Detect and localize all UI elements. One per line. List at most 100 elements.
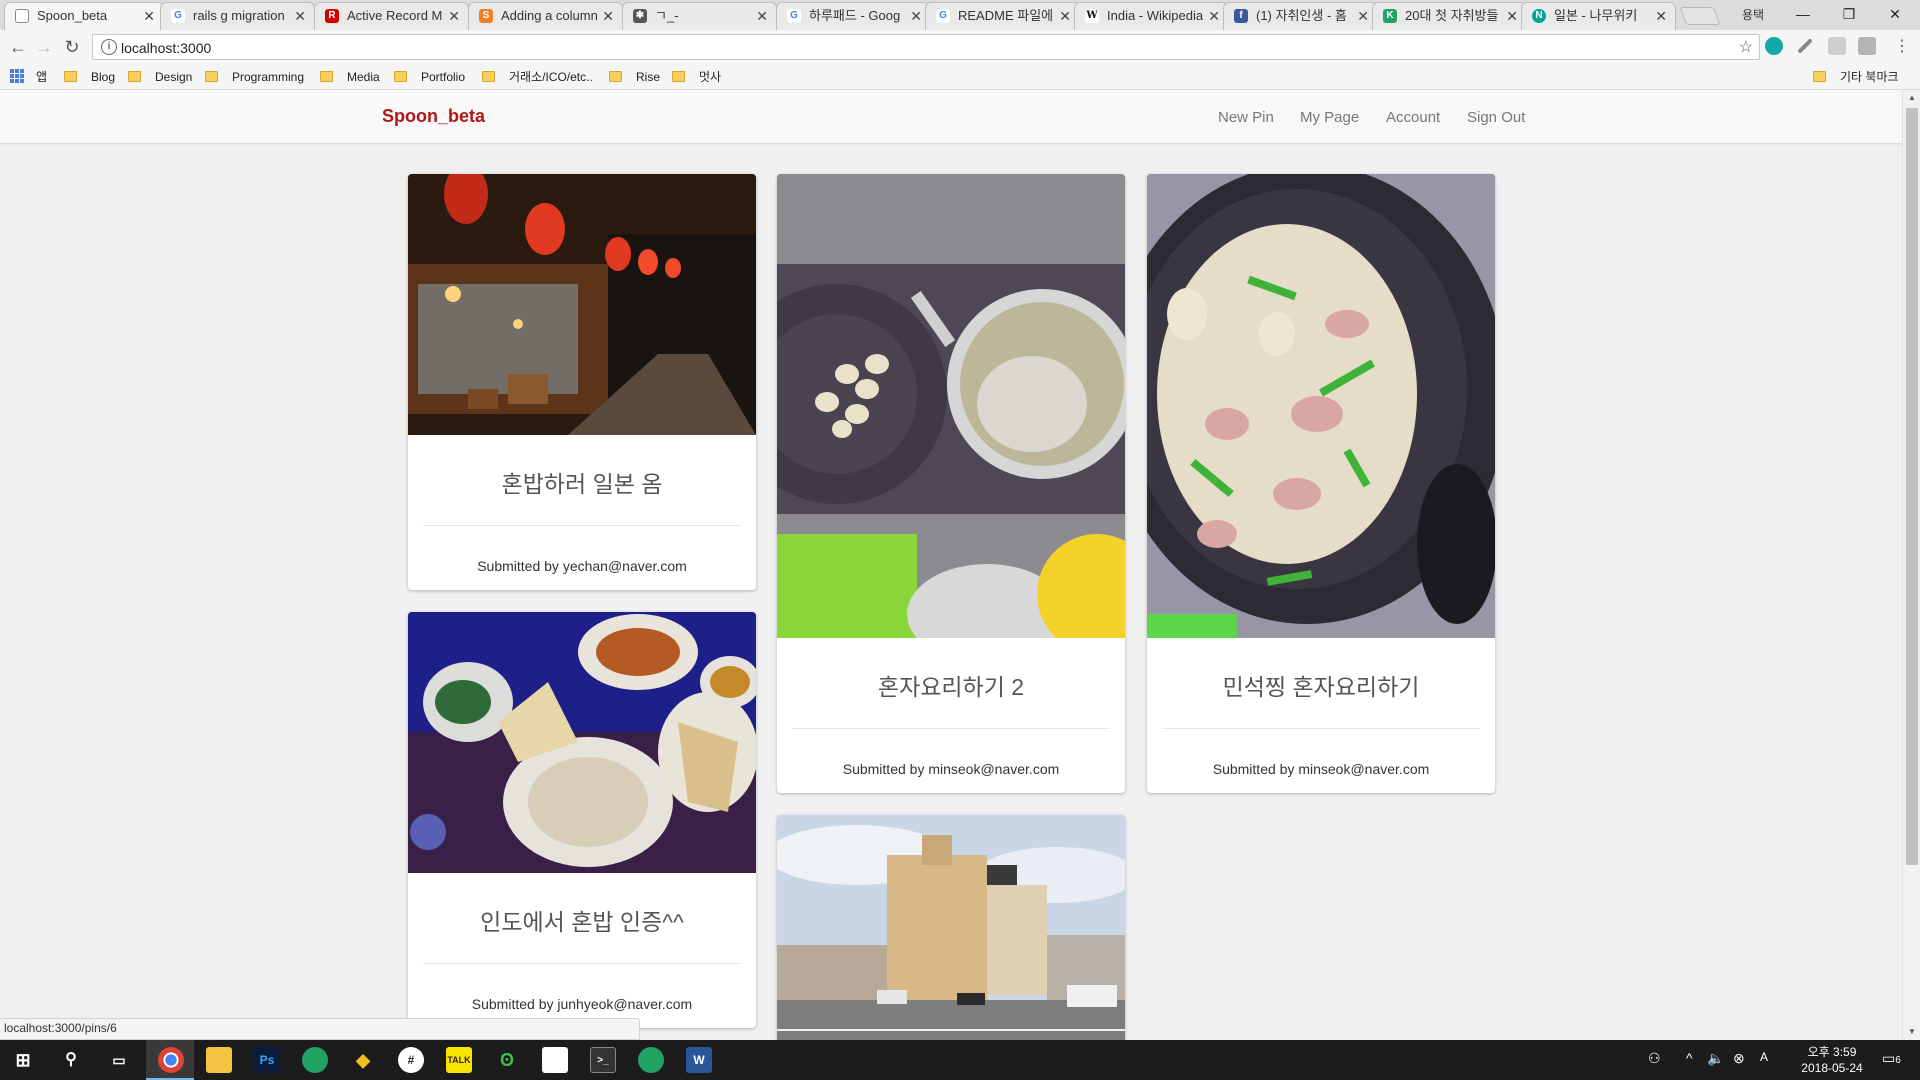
tab-20s-room[interactable]: K 20대 첫 자취방들 ✕ — [1372, 2, 1527, 30]
task-view-icon[interactable]: ▭ — [106, 1047, 132, 1073]
close-tab-icon[interactable]: ✕ — [1357, 3, 1369, 29]
google-icon: G — [787, 9, 801, 23]
bookmark-folder-portfolio[interactable]: Portfolio — [394, 68, 465, 86]
page-scrollbar[interactable]: ▲ ▼ — [1902, 90, 1920, 1040]
reload-icon[interactable]: ↻ — [60, 35, 84, 59]
pin-card[interactable] — [777, 815, 1125, 1040]
tab-facebook[interactable]: f (1) 자취인생 - 홈 ✕ — [1223, 2, 1378, 30]
pin-photo-izakaya-street[interactable] — [408, 174, 756, 435]
sticky-notes-icon[interactable] — [542, 1047, 568, 1073]
bookmark-folder-design[interactable]: Design — [128, 68, 192, 86]
file-explorer-icon[interactable] — [206, 1047, 232, 1073]
back-icon[interactable]: ← — [6, 35, 30, 59]
close-tab-icon[interactable]: ✕ — [1059, 3, 1071, 29]
pin-photo-indian-food-table[interactable] — [408, 612, 756, 873]
pin-title: 인도에서 혼밥 인증^^ — [480, 909, 684, 935]
close-window-icon[interactable]: ✕ — [1872, 0, 1918, 30]
scrollbar-thumb[interactable] — [1906, 108, 1918, 865]
pin-card[interactable]: 인도에서 혼밥 인증^^ Submitted by junhyeok@naver… — [408, 612, 756, 1028]
nav-account[interactable]: Account — [1386, 109, 1440, 126]
new-tab-button[interactable] — [1679, 7, 1721, 25]
bookmark-folder-programming[interactable]: Programming — [205, 68, 304, 86]
ime-lang[interactable]: A — [1760, 1050, 1768, 1064]
volume-icon[interactable]: 🔈 — [1707, 1050, 1724, 1067]
profile-button[interactable]: 용택 — [1742, 6, 1764, 23]
close-tab-icon[interactable]: ✕ — [910, 3, 922, 29]
address-bar[interactable]: i localhost:3000 ☆ — [92, 34, 1760, 60]
slack-icon[interactable]: # — [398, 1047, 424, 1073]
close-tab-icon[interactable]: ✕ — [294, 3, 306, 29]
pin-card[interactable]: 혼자요리하기 2 Submitted by minseok@naver.com — [777, 174, 1125, 793]
bookmark-star-icon[interactable]: ☆ — [1739, 37, 1753, 57]
pin-photo-stir-fry-pan[interactable] — [1147, 174, 1495, 638]
terminal-icon[interactable]: >_ — [590, 1047, 616, 1073]
photoshop-icon[interactable]: Ps — [254, 1047, 280, 1073]
kakao-green-icon[interactable] — [302, 1047, 328, 1073]
extension-eyedropper-icon[interactable] — [1797, 38, 1813, 54]
bookmark-other[interactable]: 기타 북마크 — [1813, 68, 1899, 86]
line-icon[interactable]: ʘ — [494, 1047, 520, 1073]
info-icon[interactable]: i — [101, 39, 117, 55]
scroll-up-icon[interactable]: ▲ — [1903, 90, 1920, 106]
bookmark-folder-exchange[interactable]: 거래소/ICO/etc.. — [482, 68, 593, 86]
nav-sign-out[interactable]: Sign Out — [1467, 109, 1525, 126]
pin-submitted-by: Submitted by minseok@naver.com — [1212, 761, 1430, 777]
network-icon[interactable]: ⊗ — [1733, 1050, 1745, 1067]
minimize-icon[interactable]: — — [1780, 0, 1826, 30]
taskbar-clock[interactable]: 오후 3:59 2018-05-24 — [1790, 1044, 1874, 1076]
apps-icon[interactable] — [10, 69, 24, 83]
tab-spoon-beta[interactable]: Spoon_beta ✕ — [4, 2, 164, 30]
close-tab-icon[interactable]: ✕ — [1506, 3, 1518, 29]
pin-title: 민석찡 혼자요리하기 — [1222, 674, 1420, 700]
search-icon[interactable]: ⚲ — [58, 1047, 84, 1073]
site-brand[interactable]: Spoon_beta — [382, 106, 485, 127]
close-tab-icon[interactable]: ✕ — [1208, 3, 1220, 29]
tab-puzzle[interactable]: ✱ ㄱ_- ✕ — [622, 2, 777, 30]
extension-screen-icon[interactable] — [1858, 37, 1876, 55]
close-tab-icon[interactable]: ✕ — [448, 3, 460, 29]
tab-india-wikipedia[interactable]: W India - Wikipedia ✕ — [1074, 2, 1229, 30]
extension-grammarly-icon[interactable] — [1765, 37, 1783, 55]
rails-icon: R — [325, 9, 339, 23]
pin-photo-japanese-building-street[interactable] — [777, 815, 1125, 1040]
bookmark-folder-blog[interactable]: Blog — [64, 68, 115, 86]
pin-card[interactable]: 혼밥하러 일본 옴 Submitted by yechan@naver.com — [408, 174, 756, 590]
folder-icon — [128, 71, 141, 82]
tab-adding-column[interactable]: S Adding a column ✕ — [468, 2, 623, 30]
chrome-icon[interactable] — [158, 1047, 184, 1073]
stir-fry-image — [1147, 174, 1495, 638]
close-tab-icon[interactable]: ✕ — [143, 3, 155, 29]
bookmark-folder-meotsa[interactable]: 멋사 — [672, 68, 721, 86]
pin-photo-colander-and-pot[interactable] — [777, 174, 1125, 638]
nav-my-page[interactable]: My Page — [1300, 109, 1359, 126]
namu-icon: N — [1532, 9, 1546, 23]
kakaotalk-icon[interactable]: TALK — [446, 1047, 472, 1073]
restore-icon[interactable]: ❐ — [1826, 0, 1872, 30]
close-tab-icon[interactable]: ✕ — [1655, 3, 1667, 29]
kakao-green-icon-2[interactable] — [638, 1047, 664, 1073]
close-tab-icon[interactable]: ✕ — [756, 3, 768, 29]
tab-rails-migration[interactable]: G rails g migration ✕ — [160, 2, 315, 30]
tab-readme[interactable]: G README 파일에 ✕ — [925, 2, 1080, 30]
pin-card[interactable]: 민석찡 혼자요리하기 Submitted by minseok@naver.co… — [1147, 174, 1495, 793]
tab-namuwiki[interactable]: N 일본 - 나무위키 ✕ — [1521, 2, 1676, 30]
bookmark-folder-media[interactable]: Media — [320, 68, 380, 86]
sourcetree-icon[interactable]: ◆ — [350, 1047, 376, 1073]
windows-start-icon[interactable]: ⊞ — [10, 1047, 36, 1073]
scroll-down-icon[interactable]: ▼ — [1903, 1024, 1920, 1040]
chrome-menu-icon[interactable]: ⋮ — [1890, 35, 1914, 59]
close-tab-icon[interactable]: ✕ — [602, 3, 614, 29]
word-icon[interactable]: W — [686, 1047, 712, 1073]
notification-icon[interactable]: ▭6 — [1882, 1050, 1901, 1067]
forward-icon[interactable]: → — [32, 35, 56, 59]
tab-harupad[interactable]: G 하루패드 - Goog ✕ — [776, 2, 931, 30]
page-icon — [15, 9, 29, 23]
bookmark-apps[interactable]: 앱 — [36, 68, 47, 86]
tray-chevron-icon[interactable]: ^ — [1686, 1050, 1693, 1066]
extension-box-icon[interactable] — [1828, 37, 1846, 55]
nav-new-pin[interactable]: New Pin — [1218, 109, 1274, 126]
people-icon[interactable]: ⚇ — [1648, 1050, 1661, 1067]
tab-active-record[interactable]: R Active Record M ✕ — [314, 2, 469, 30]
bookmark-folder-rise[interactable]: Rise — [609, 68, 660, 86]
google-icon: G — [171, 9, 185, 23]
